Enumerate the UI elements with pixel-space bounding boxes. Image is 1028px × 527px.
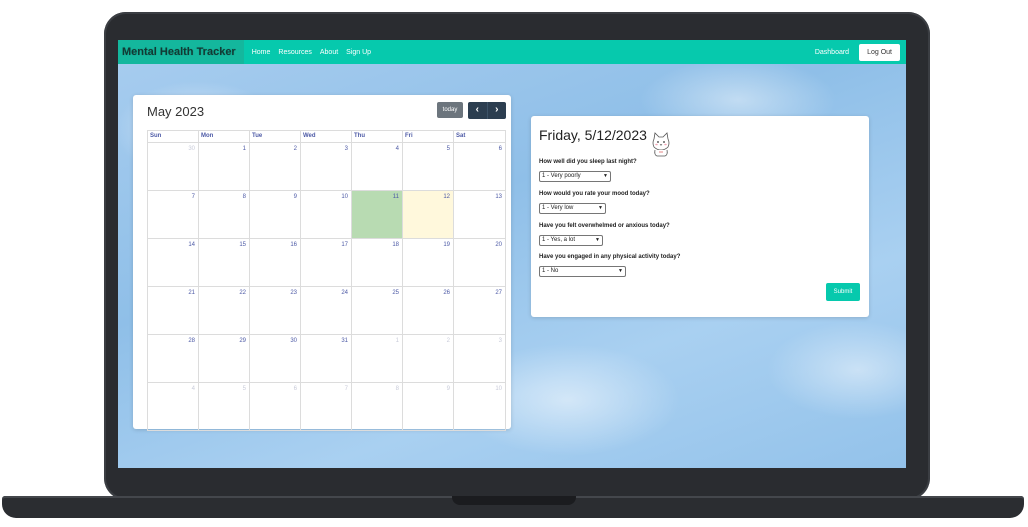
activity-select[interactable]: 1 - No ▼ xyxy=(539,266,626,277)
calendar-day[interactable]: 6 xyxy=(250,383,301,430)
calendar-day[interactable]: 25 xyxy=(352,287,403,334)
nav-home[interactable]: Home xyxy=(252,49,271,56)
chevron-down-icon: ▼ xyxy=(603,173,608,179)
daily-checkin-card: Friday, 5/12/2023 How well did you sleep… xyxy=(531,116,869,317)
submit-button[interactable]: Submit xyxy=(826,283,860,301)
chevron-down-icon: ▼ xyxy=(618,268,623,274)
calendar-day-selected[interactable]: 11 xyxy=(352,191,403,238)
calendar-title: May 2023 xyxy=(147,104,205,119)
mood-select-value: 1 - Very low xyxy=(542,205,574,211)
calendar-day[interactable]: 14 xyxy=(148,239,199,286)
chevron-left-icon[interactable]: ‹ xyxy=(468,102,487,119)
nav-dashboard[interactable]: Dashboard xyxy=(815,49,849,56)
calendar-day[interactable]: 5 xyxy=(403,143,454,190)
calendar-week: 28 29 30 31 1 2 3 xyxy=(147,335,506,383)
weekday-sun: Sun xyxy=(148,131,199,142)
nav-about[interactable]: About xyxy=(320,49,338,56)
calendar-card: May 2023 today ‹ › Sun Mon Tue Wed Thu F… xyxy=(133,95,511,431)
calendar-day[interactable]: 16 xyxy=(250,239,301,286)
calendar-day[interactable]: 30 xyxy=(250,335,301,382)
weekday-header: Sun Mon Tue Wed Thu Fri Sat xyxy=(147,130,506,143)
calendar-day[interactable]: 9 xyxy=(403,383,454,430)
calendar-day[interactable]: 6 xyxy=(454,143,505,190)
calendar-week: 21 22 23 24 25 26 27 xyxy=(147,287,506,335)
calendar-day[interactable]: 17 xyxy=(301,239,352,286)
calendar-day[interactable]: 2 xyxy=(403,335,454,382)
anxiety-select[interactable]: 1 - Yes, a lot ▼ xyxy=(539,235,603,246)
activity-select-value: 1 - No xyxy=(542,268,559,274)
calendar-day[interactable]: 3 xyxy=(301,143,352,190)
calendar-day[interactable]: 24 xyxy=(301,287,352,334)
chevron-down-icon: ▼ xyxy=(598,205,603,211)
calendar-day[interactable]: 8 xyxy=(352,383,403,430)
sleep-question-label: How well did you sleep last night? xyxy=(539,159,637,165)
mood-question-label: How would you rate your mood today? xyxy=(539,191,650,197)
calendar-week: 30 1 2 3 4 5 6 xyxy=(147,143,506,191)
calendar-day[interactable]: 30 xyxy=(148,143,199,190)
weekday-mon: Mon xyxy=(199,131,250,142)
calendar-day[interactable]: 29 xyxy=(199,335,250,382)
calendar-day[interactable]: 4 xyxy=(352,143,403,190)
chevron-down-icon: ▼ xyxy=(595,237,600,243)
calendar-day[interactable]: 26 xyxy=(403,287,454,334)
calendar-day[interactable]: 7 xyxy=(301,383,352,430)
calendar-day[interactable]: 13 xyxy=(454,191,505,238)
calendar-day[interactable]: 15 xyxy=(199,239,250,286)
calendar-week: 14 15 16 17 18 19 20 xyxy=(147,239,506,287)
weekday-tue: Tue xyxy=(250,131,301,142)
calendar-day[interactable]: 21 xyxy=(148,287,199,334)
month-nav: ‹ › xyxy=(468,102,506,119)
calendar-day[interactable]: 31 xyxy=(301,335,352,382)
calendar-week: 4 5 6 7 8 9 10 xyxy=(147,383,506,431)
calendar-week: 7 8 9 10 11 12 13 xyxy=(147,191,506,239)
anxiety-select-value: 1 - Yes, a lot xyxy=(542,237,576,243)
calendar-day[interactable]: 19 xyxy=(403,239,454,286)
calendar-day[interactable]: 28 xyxy=(148,335,199,382)
nav-resources[interactable]: Resources xyxy=(278,49,311,56)
calendar-day[interactable]: 8 xyxy=(199,191,250,238)
calendar-day[interactable]: 7 xyxy=(148,191,199,238)
calendar-day[interactable]: 18 xyxy=(352,239,403,286)
calendar-day-today[interactable]: 12 xyxy=(403,191,454,238)
app-screen: Mental Health Tracker Home Resources Abo… xyxy=(118,40,906,468)
today-button[interactable]: today xyxy=(437,102,463,118)
navbar: Mental Health Tracker Home Resources Abo… xyxy=(118,40,906,64)
calendar-day[interactable]: 2 xyxy=(250,143,301,190)
mood-select[interactable]: 1 - Very low ▼ xyxy=(539,203,606,214)
weekday-thu: Thu xyxy=(352,131,403,142)
anxiety-question-label: Have you felt overwhelmed or anxious tod… xyxy=(539,223,670,229)
form-date-title: Friday, 5/12/2023 xyxy=(539,127,647,143)
sleep-select[interactable]: 1 - Very poorly ▼ xyxy=(539,171,611,182)
calendar-day[interactable]: 1 xyxy=(352,335,403,382)
calendar-day[interactable]: 5 xyxy=(199,383,250,430)
weekday-sat: Sat xyxy=(456,133,466,139)
laptop-notch xyxy=(452,496,576,505)
calendar-day[interactable]: 4 xyxy=(148,383,199,430)
cat-icon xyxy=(652,132,670,157)
calendar-day[interactable]: 22 xyxy=(199,287,250,334)
nav-sign-up[interactable]: Sign Up xyxy=(346,49,371,56)
calendar-grid: Sun Mon Tue Wed Thu Fri Sat 30 1 2 3 4 5… xyxy=(147,130,506,431)
calendar-day[interactable]: 9 xyxy=(250,191,301,238)
calendar-day[interactable]: 23 xyxy=(250,287,301,334)
chevron-right-icon[interactable]: › xyxy=(486,102,507,119)
calendar-day[interactable]: 10 xyxy=(301,191,352,238)
weekday-wed: Wed xyxy=(301,131,352,142)
calendar-day[interactable]: 3 xyxy=(454,335,505,382)
sleep-select-value: 1 - Very poorly xyxy=(542,173,581,179)
weekday-fri: Fri xyxy=(403,131,454,142)
brand-logo[interactable]: Mental Health Tracker xyxy=(118,40,244,64)
calendar-day[interactable]: 27 xyxy=(454,287,505,334)
calendar-day[interactable]: 10 xyxy=(454,383,505,430)
calendar-day[interactable]: 20 xyxy=(454,239,505,286)
activity-question-label: Have you engaged in any physical activit… xyxy=(539,254,681,260)
logout-button[interactable]: Log Out xyxy=(859,43,900,61)
calendar-day[interactable]: 1 xyxy=(199,143,250,190)
